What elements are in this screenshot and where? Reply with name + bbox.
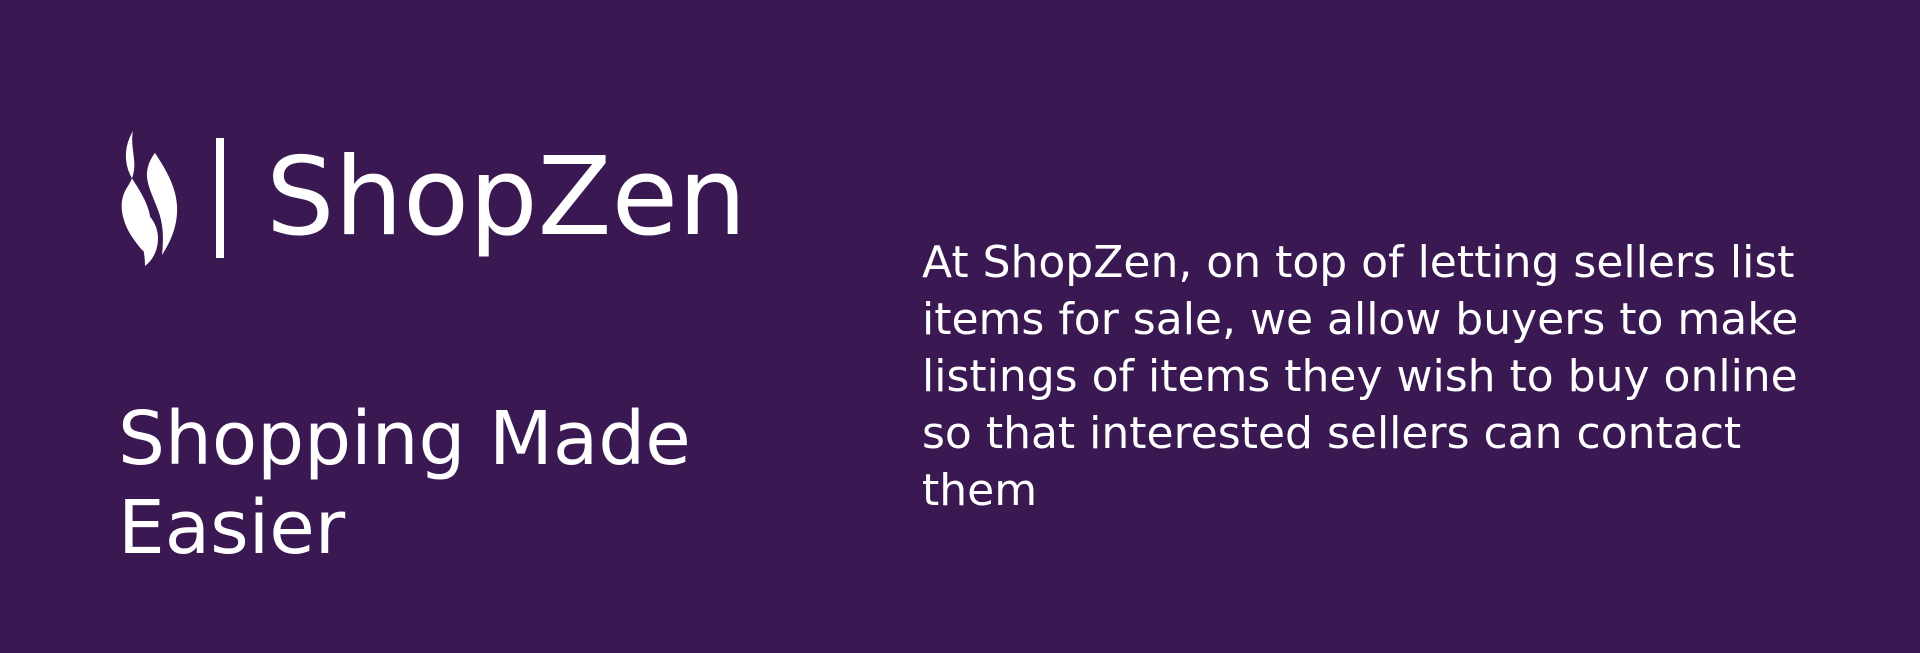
flame-icon: [121, 131, 178, 266]
brand-name: ShopZen: [266, 135, 747, 260]
logo-divider: [216, 138, 224, 258]
hero-description: At ShopZen, on top of letting sellers li…: [922, 237, 1799, 516]
brand-logo: ShopZen: [120, 128, 747, 268]
hero-banner: ShopZen Shopping Made Easier At ShopZen,…: [0, 0, 1920, 653]
hero-tagline: Shopping Made Easier: [118, 395, 691, 571]
